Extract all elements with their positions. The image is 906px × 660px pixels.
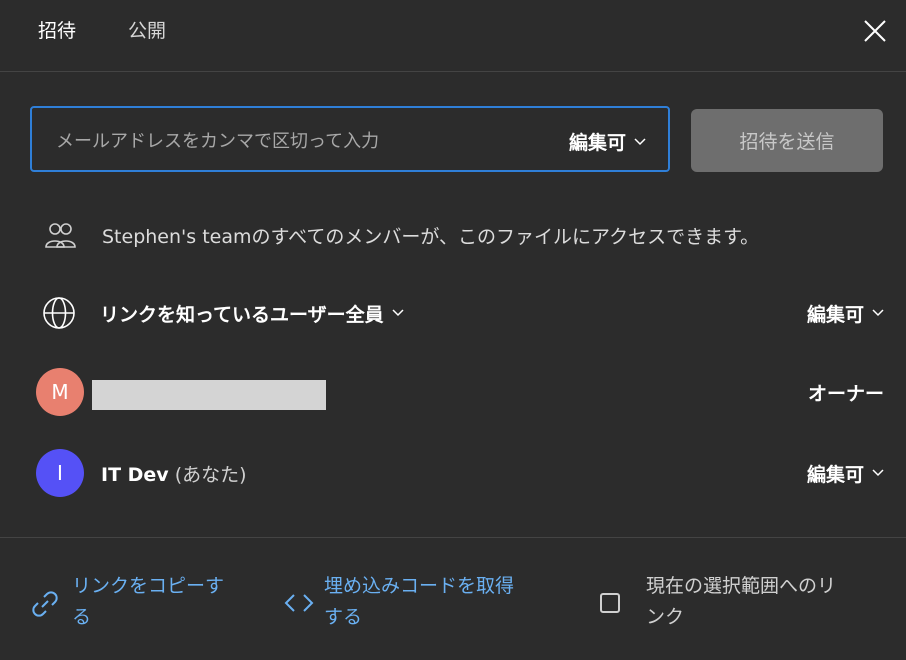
chevron-down-icon	[634, 137, 646, 145]
close-icon[interactable]	[860, 16, 890, 46]
member-permission-label: 編集可	[806, 463, 864, 486]
globe-icon	[43, 297, 75, 329]
embed-label-line1: 埋め込みコードを取得	[324, 575, 515, 597]
team-access-notice: Stephen's teamのすべてのメンバーが、このファイルにアクセスできます…	[44, 218, 759, 252]
link-access-dropdown[interactable]: リンクを知っているユーザー全員	[100, 300, 404, 327]
chevron-down-icon	[392, 309, 404, 317]
avatar-initial: M	[51, 380, 69, 404]
member-name-text: IT Dev	[101, 463, 169, 486]
tab-publish[interactable]: 公開	[128, 18, 166, 44]
selection-link-option[interactable]: 現在の選択範囲へのリ ンク	[600, 571, 836, 633]
send-invite-button[interactable]: 招待を送信	[691, 109, 883, 172]
chevron-down-icon	[872, 469, 884, 477]
copy-link-label-line2: る	[72, 606, 92, 628]
member-row: I IT Dev (あなた) 編集可	[36, 449, 884, 497]
selection-link-label-line2: ンク	[646, 606, 685, 628]
member-permission-dropdown[interactable]: 編集可	[807, 449, 884, 497]
invite-field[interactable]: 編集可	[30, 106, 670, 172]
link-icon	[32, 591, 58, 617]
link-access-row: リンクを知っているユーザー全員 編集可	[36, 289, 884, 337]
invite-permission-dropdown[interactable]: 編集可	[569, 128, 646, 155]
avatar: I	[36, 449, 84, 497]
tab-bar: 招待 公開	[0, 0, 906, 72]
link-permission-dropdown[interactable]: 編集可	[807, 289, 884, 337]
email-input[interactable]	[56, 128, 526, 154]
embed-label-line2: する	[324, 606, 363, 628]
copy-link-button[interactable]: リンクをコピーす る	[28, 571, 224, 633]
selection-link-checkbox[interactable]	[600, 593, 620, 613]
copy-link-label-line1: リンクをコピーす	[72, 575, 225, 597]
link-access-label: リンクを知っているユーザー全員	[100, 303, 384, 326]
footer-divider	[0, 537, 906, 538]
member-role: オーナー	[808, 368, 884, 416]
tab-invite[interactable]: 招待	[38, 18, 76, 44]
chevron-down-icon	[872, 309, 884, 317]
selection-link-label-line1: 現在の選択範囲へのリ	[646, 575, 837, 597]
invite-permission-label: 編集可	[568, 132, 626, 154]
code-icon	[284, 594, 314, 612]
redacted-name	[92, 380, 326, 410]
member-row: M オーナー	[36, 368, 884, 416]
team-icon	[45, 223, 76, 248]
team-notice-text: Stephen's teamのすべてのメンバーが、このファイルにアクセスできます…	[102, 225, 760, 248]
member-name: IT Dev (あなた)	[101, 460, 247, 487]
you-suffix: (あなた)	[174, 463, 247, 486]
avatar-initial: I	[57, 461, 63, 485]
embed-code-button[interactable]: 埋め込みコードを取得 する	[284, 571, 514, 633]
avatar: M	[36, 368, 84, 416]
link-permission-label: 編集可	[806, 303, 864, 326]
member-role-label: オーナー	[807, 382, 884, 405]
